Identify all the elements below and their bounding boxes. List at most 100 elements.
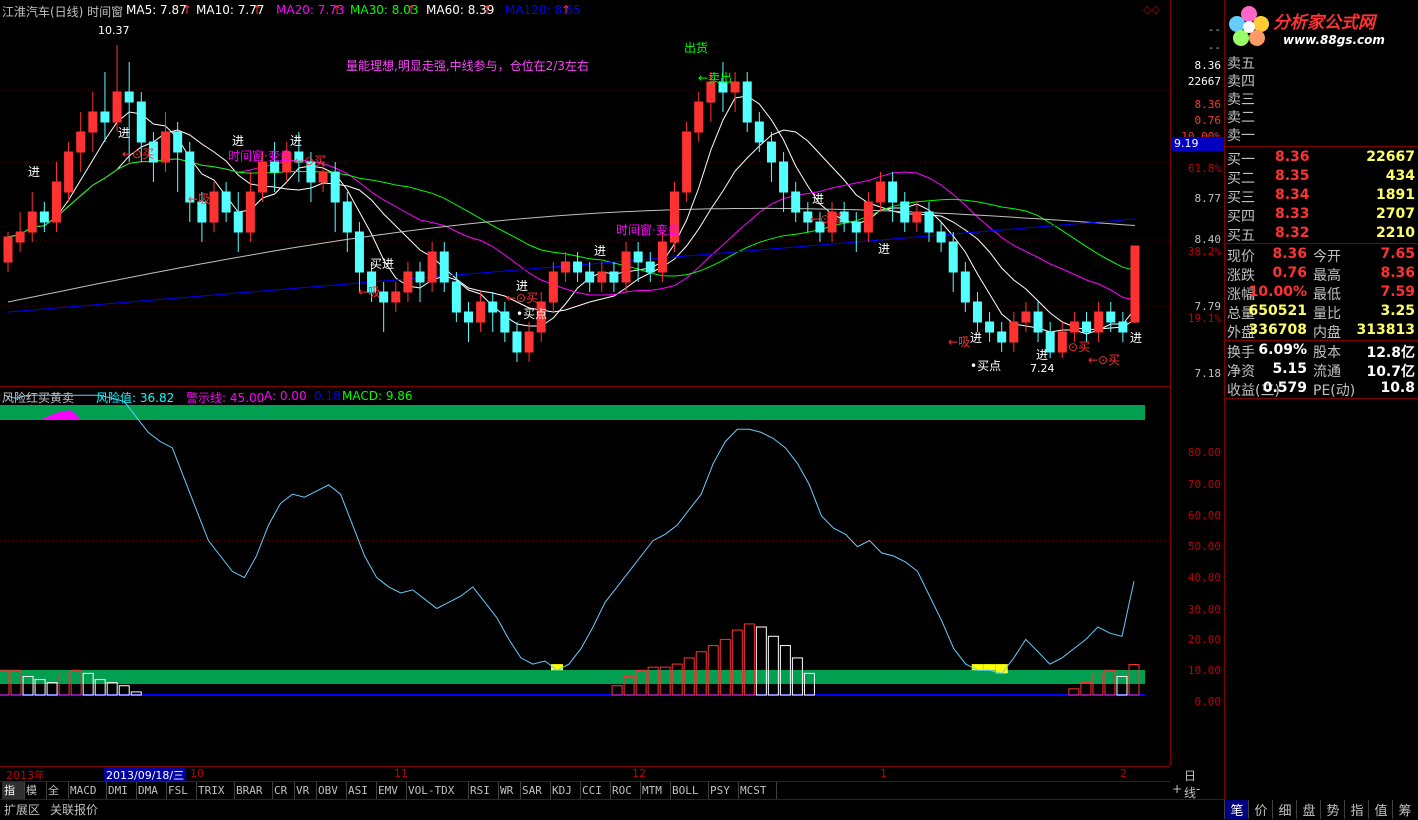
tab-boll[interactable]: BOLL xyxy=(670,782,709,799)
diamond-icon[interactable]: ◇◇ xyxy=(1143,3,1160,16)
macd-bar xyxy=(731,629,743,696)
minus-button[interactable]: - xyxy=(1196,782,1200,796)
candle-body xyxy=(64,151,74,193)
stat-label: 现价 xyxy=(1227,249,1255,265)
tab-psy[interactable]: PSY xyxy=(708,782,739,799)
tab-全部[interactable]: 全部 xyxy=(46,782,69,814)
stat-row: 涨跌 0.76 最高 8.36 xyxy=(1225,265,1418,284)
candle-body xyxy=(924,211,934,233)
chart-signal-label: 进 xyxy=(232,134,244,148)
row-value: 8.35 xyxy=(1275,168,1310,184)
axis-label: 22667 xyxy=(1187,75,1221,88)
right-tab-3[interactable]: 盘 xyxy=(1296,800,1321,819)
tab-指标[interactable]: 指标 xyxy=(2,782,25,814)
stat-value: 8.36 xyxy=(1380,265,1415,281)
candle-body xyxy=(597,271,607,283)
row-volume: 2210 xyxy=(1376,225,1415,241)
axis-label: 7.18 xyxy=(1194,367,1222,380)
divider xyxy=(1225,146,1418,147)
month-label: 1 xyxy=(880,767,887,780)
quote-row: 卖五 xyxy=(1225,53,1418,72)
tab-kdj[interactable]: KDJ xyxy=(550,782,581,799)
right-tab-1[interactable]: 价 xyxy=(1248,800,1273,819)
right-tab-2[interactable]: 细 xyxy=(1272,800,1297,819)
tab-vol-tdx[interactable]: VOL-TDX xyxy=(406,782,469,799)
axis-label: 8.36 xyxy=(1194,98,1222,111)
risk-top-band xyxy=(0,405,1145,420)
indicator-title: 风险红买黄卖 xyxy=(2,391,75,405)
row-volume: 434 xyxy=(1385,168,1415,184)
candle-body xyxy=(476,301,486,323)
candle-body xyxy=(912,211,922,223)
quote-row: 卖一 xyxy=(1225,125,1418,144)
quote-row: 买一 8.36 22667 xyxy=(1225,149,1418,168)
right-tab-7[interactable]: 筹 xyxy=(1392,800,1417,819)
tab-sar[interactable]: SAR xyxy=(520,782,551,799)
arrow-icon: ↑ xyxy=(406,3,417,17)
indicator-axis-label: 70.00 xyxy=(1187,478,1221,491)
cursor-date-tag: 2013/09/18/三 xyxy=(104,767,187,782)
tab-vr[interactable]: VR xyxy=(294,782,317,799)
stat-value: 10.00% xyxy=(1248,284,1307,300)
candle-body xyxy=(76,131,86,153)
plus-button[interactable]: + xyxy=(1172,782,1182,796)
divider xyxy=(1225,243,1418,244)
candle-body xyxy=(1106,311,1116,323)
candle-body xyxy=(427,251,437,283)
tab-extension-area[interactable]: 扩展区 xyxy=(4,801,40,818)
chart-signal-label: ←⊙买 xyxy=(810,212,842,226)
tab-fsl[interactable]: FSL xyxy=(166,782,197,799)
candle-body xyxy=(318,171,328,183)
chart-signal-label: ←⊙买 xyxy=(506,291,538,305)
indicator-axis-label: 20.00 xyxy=(1187,633,1221,646)
chart-title: 江淮汽车(日线) 时间窗 xyxy=(2,5,124,19)
candle-body xyxy=(948,241,958,273)
right-tab-5[interactable]: 指 xyxy=(1344,800,1369,819)
candle-body xyxy=(645,261,655,273)
tab-dma[interactable]: DMA xyxy=(136,782,167,799)
stat-row: 总量 650521 量比 3.25 xyxy=(1225,303,1418,322)
chart-signal-label: 进 xyxy=(118,126,130,140)
tab-trix[interactable]: TRIX xyxy=(196,782,235,799)
candle-body xyxy=(270,161,280,173)
tab-rsi[interactable]: RSI xyxy=(468,782,499,799)
tab-roc[interactable]: ROC xyxy=(610,782,641,799)
right-tab-6[interactable]: 值 xyxy=(1368,800,1393,819)
divider xyxy=(1225,398,1418,399)
chart-signal-label: 进 xyxy=(812,192,824,206)
stat-value: 3.25 xyxy=(1380,303,1415,319)
tab-mtm[interactable]: MTM xyxy=(640,782,671,799)
tab-macd[interactable]: MACD xyxy=(68,782,107,799)
month-label: 2 xyxy=(1120,767,1127,780)
right-tab-0[interactable]: 笔 xyxy=(1224,800,1249,819)
stat-value: 336708 xyxy=(1248,322,1307,338)
arrow-icon: ↑ xyxy=(332,3,343,17)
tab-模板[interactable]: 模板 xyxy=(24,782,47,814)
tab-brar[interactable]: BRAR xyxy=(234,782,273,799)
candle-body xyxy=(342,201,352,233)
row-label: 买一 xyxy=(1227,152,1255,168)
tab-emv[interactable]: EMV xyxy=(376,782,407,799)
stat-row: 换手 6.09% 股本 12.8亿 xyxy=(1225,342,1418,361)
tab-mcst[interactable]: MCST xyxy=(738,782,777,799)
candle-body xyxy=(379,291,389,303)
axis-label: 8.77 xyxy=(1194,192,1222,205)
indicator-tab-bar: 指标模板全部MACDDMIDMAFSLTRIXBRARCRVROBVASIEMV… xyxy=(0,781,1170,814)
tab-dmi[interactable]: DMI xyxy=(106,782,137,799)
candle-body xyxy=(997,331,1007,343)
tab-related-quotes[interactable]: 关联报价 xyxy=(50,801,98,818)
tab-cci[interactable]: CCI xyxy=(580,782,611,799)
tab-asi[interactable]: ASI xyxy=(346,782,377,799)
candle-body xyxy=(451,281,461,313)
chart-signal-label: ←⊙买 xyxy=(294,154,326,168)
candle-body xyxy=(609,271,619,283)
tab-wr[interactable]: WR xyxy=(498,782,521,799)
right-tab-4[interactable]: 势 xyxy=(1320,800,1345,819)
risk-indicator-chart[interactable] xyxy=(0,386,1170,766)
chart-signal-label: ←吸 xyxy=(948,335,970,349)
tab-obv[interactable]: OBV xyxy=(316,782,347,799)
risk-line xyxy=(3,394,1135,674)
chart-area[interactable]: 进进进进进进进进进进进 ←吸 ←吸 ←吸 ←⊙买 ←⊙买 ←⊙买 ←⊙买 ←⊙买 ←⊙买 ←卖出 出货… xyxy=(0,0,1170,766)
candle-body xyxy=(51,181,61,223)
tab-cr[interactable]: CR xyxy=(272,782,295,799)
